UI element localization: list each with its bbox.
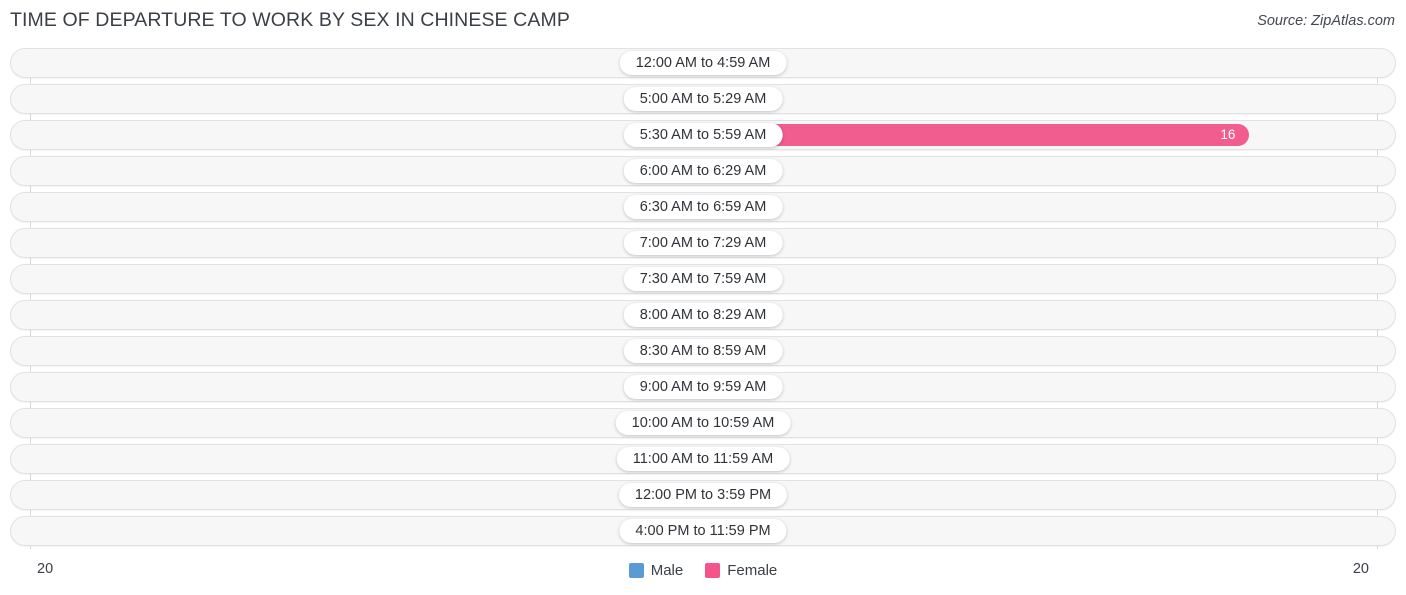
category-label: 11:00 AM to 11:59 AM xyxy=(616,447,790,471)
chart-rows: 0012:00 AM to 4:59 AM005:00 AM to 5:29 A… xyxy=(10,48,1396,552)
male-half-track: 0 xyxy=(11,445,703,473)
category-label: 10:00 AM to 10:59 AM xyxy=(615,411,791,435)
category-label: 5:00 AM to 5:29 AM xyxy=(623,87,783,111)
chart-row[interactable]: 006:00 AM to 6:29 AM xyxy=(10,156,1396,186)
male-half-track: 0 xyxy=(11,157,703,185)
female-half-track: 16 xyxy=(703,121,1395,149)
category-label: 8:30 AM to 8:59 AM xyxy=(623,339,783,363)
category-label: 9:00 AM to 9:59 AM xyxy=(623,375,783,399)
legend-label: Male xyxy=(650,562,684,579)
chart-row[interactable]: 005:00 AM to 5:29 AM xyxy=(10,84,1396,114)
chart-header: TIME OF DEPARTURE TO WORK BY SEX IN CHIN… xyxy=(0,0,1406,42)
legend-swatch-icon xyxy=(628,563,644,578)
chart-row[interactable]: 008:00 AM to 8:29 AM xyxy=(10,300,1396,330)
female-half-track: 0 xyxy=(703,445,1395,473)
chart-row[interactable]: 009:00 AM to 9:59 AM xyxy=(10,372,1396,402)
female-half-track: 0 xyxy=(703,157,1395,185)
category-label: 5:30 AM to 5:59 AM xyxy=(623,123,783,147)
male-half-track: 0 xyxy=(11,193,703,221)
category-label: 12:00 PM to 3:59 PM xyxy=(618,483,788,507)
source-label: Source: ZipAtlas.com xyxy=(1257,13,1395,29)
chart-row[interactable]: 007:30 AM to 7:59 AM xyxy=(10,264,1396,294)
category-label: 6:30 AM to 6:59 AM xyxy=(623,195,783,219)
chart-row[interactable]: 0012:00 PM to 3:59 PM xyxy=(10,480,1396,510)
page-title: TIME OF DEPARTURE TO WORK BY SEX IN CHIN… xyxy=(10,9,570,31)
chart-row[interactable]: 0 16 5:30 AM to 5:59 AM xyxy=(10,120,1396,150)
chart-row[interactable]: 007:00 AM to 7:29 AM xyxy=(10,228,1396,258)
chart-row[interactable]: 0011:00 AM to 11:59 AM xyxy=(10,444,1396,474)
male-half-track: 0 xyxy=(11,121,703,149)
male-half-track: 0 xyxy=(11,265,703,293)
male-half-track: 0 xyxy=(11,373,703,401)
category-label: 8:00 AM to 8:29 AM xyxy=(623,303,783,327)
female-half-track: 0 xyxy=(703,409,1395,437)
chart-row[interactable]: 0012:00 AM to 4:59 AM xyxy=(10,48,1396,78)
chart-row[interactable]: 006:30 AM to 6:59 AM xyxy=(10,192,1396,222)
female-half-track: 0 xyxy=(703,301,1395,329)
male-half-track: 0 xyxy=(11,409,703,437)
legend-item-female[interactable]: Female xyxy=(705,562,777,579)
male-half-track: 0 xyxy=(11,301,703,329)
chart-legend: Male Female xyxy=(0,562,1406,579)
category-label: 12:00 AM to 4:59 AM xyxy=(619,51,787,75)
male-half-track: 0 xyxy=(11,85,703,113)
legend-item-male[interactable]: Male xyxy=(628,562,684,579)
female-half-track: 0 xyxy=(703,265,1395,293)
female-half-track: 0 xyxy=(703,85,1395,113)
category-label: 4:00 PM to 11:59 PM xyxy=(619,519,787,543)
female-half-track: 0 xyxy=(703,229,1395,257)
female-half-track: 0 xyxy=(703,49,1395,77)
chart-row[interactable]: 004:00 PM to 11:59 PM xyxy=(10,516,1396,546)
female-half-track: 0 xyxy=(703,481,1395,509)
category-label: 7:30 AM to 7:59 AM xyxy=(623,267,783,291)
category-label: 6:00 AM to 6:29 AM xyxy=(623,159,783,183)
male-half-track: 0 xyxy=(11,49,703,77)
chart-row[interactable]: 008:30 AM to 8:59 AM xyxy=(10,336,1396,366)
female-bar[interactable]: 16 xyxy=(703,124,1250,146)
chart-page: TIME OF DEPARTURE TO WORK BY SEX IN CHIN… xyxy=(0,0,1406,595)
female-half-track: 0 xyxy=(703,373,1395,401)
male-half-track: 0 xyxy=(11,337,703,365)
legend-swatch-icon xyxy=(705,563,721,578)
chart-row[interactable]: 0010:00 AM to 10:59 AM xyxy=(10,408,1396,438)
male-half-track: 0 xyxy=(11,517,703,545)
female-half-track: 0 xyxy=(703,517,1395,545)
category-label: 7:00 AM to 7:29 AM xyxy=(623,231,783,255)
female-half-track: 0 xyxy=(703,193,1395,221)
male-half-track: 0 xyxy=(11,229,703,257)
male-half-track: 0 xyxy=(11,481,703,509)
female-value-label: 16 xyxy=(1220,127,1236,142)
chart-footer: 20 20 Male Female xyxy=(0,553,1406,595)
female-half-track: 0 xyxy=(703,337,1395,365)
chart-plot-area: 0012:00 AM to 4:59 AM005:00 AM to 5:29 A… xyxy=(0,42,1406,553)
legend-label: Female xyxy=(727,562,778,579)
